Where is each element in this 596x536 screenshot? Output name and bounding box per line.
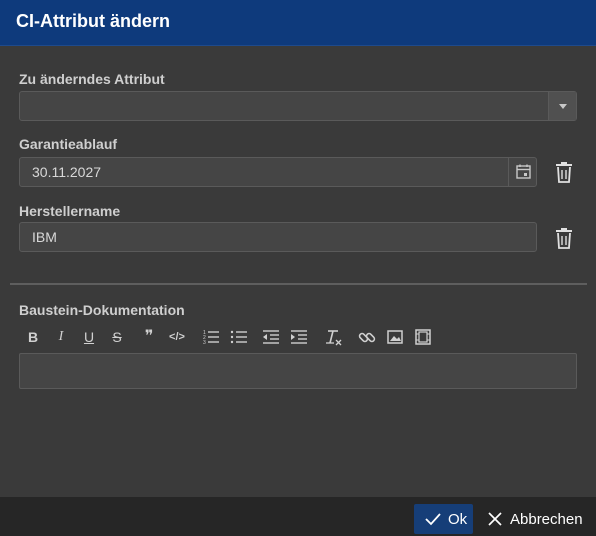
quote-button[interactable]: ❞ bbox=[138, 326, 160, 348]
warranty-label: Garantieablauf bbox=[19, 136, 118, 152]
link-icon[interactable] bbox=[356, 326, 378, 348]
trash-icon[interactable] bbox=[554, 227, 574, 249]
ok-label: Ok bbox=[448, 511, 468, 528]
cancel-label: Abbrechen bbox=[510, 511, 583, 528]
trash-icon[interactable] bbox=[554, 161, 574, 183]
outdent-icon[interactable] bbox=[260, 326, 282, 348]
dialog-body: Zu änderndes Attribut Garantieablauf 30.… bbox=[0, 46, 596, 497]
documentation-label: Baustein-Dokumentation bbox=[19, 302, 185, 318]
chevron-down-icon bbox=[559, 104, 567, 109]
manufacturer-label: Herstellername bbox=[19, 203, 121, 219]
bullet-list-icon[interactable] bbox=[228, 326, 250, 348]
calendar-icon bbox=[516, 164, 531, 179]
dialog-title: CI-Attribut ändern bbox=[16, 11, 170, 31]
warranty-value: 30.11.2027 bbox=[32, 164, 102, 180]
video-icon[interactable] bbox=[412, 326, 434, 348]
code-button[interactable]: </> bbox=[166, 326, 188, 348]
bold-button[interactable]: B bbox=[22, 326, 44, 348]
cancel-button[interactable]: Abbrechen bbox=[482, 504, 588, 534]
close-icon bbox=[488, 512, 502, 526]
image-icon[interactable] bbox=[384, 326, 406, 348]
dialog-header: CI-Attribut ändern bbox=[0, 0, 596, 46]
strikethrough-button[interactable]: S bbox=[106, 326, 128, 348]
attribute-select[interactable] bbox=[19, 91, 577, 121]
italic-button[interactable]: I bbox=[50, 326, 72, 348]
underline-button[interactable]: U bbox=[78, 326, 100, 348]
manufacturer-value: IBM bbox=[32, 229, 57, 245]
manufacturer-input[interactable]: IBM bbox=[19, 222, 537, 252]
clear-format-icon[interactable] bbox=[322, 326, 344, 348]
section-divider bbox=[10, 283, 587, 285]
calendar-button[interactable] bbox=[508, 158, 536, 186]
attribute-label: Zu änderndes Attribut bbox=[19, 71, 165, 87]
svg-text:3: 3 bbox=[203, 340, 206, 346]
ordered-list-icon[interactable]: 1 2 3 bbox=[200, 326, 222, 348]
indent-icon[interactable] bbox=[288, 326, 310, 348]
ok-button[interactable]: Ok bbox=[414, 504, 473, 534]
check-icon bbox=[425, 513, 441, 526]
dropdown-toggle[interactable] bbox=[548, 92, 576, 120]
warranty-date-input[interactable]: 30.11.2027 bbox=[19, 157, 537, 187]
dialog-footer: Ok Abbrechen bbox=[0, 497, 596, 536]
documentation-editor[interactable] bbox=[19, 353, 577, 389]
